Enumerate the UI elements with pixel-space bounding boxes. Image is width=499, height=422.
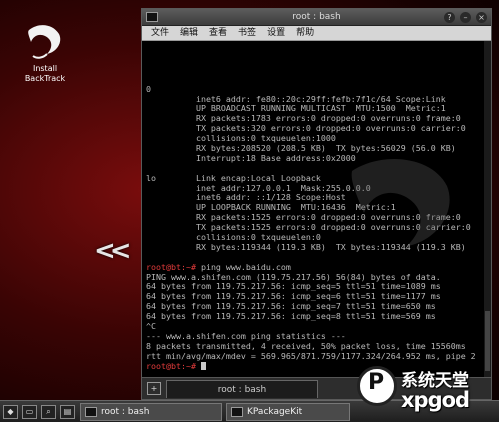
terminal-output[interactable]: 0 inet6 addr: fe80::20c:29ff:fefb:7f1c/6…: [142, 41, 491, 377]
terminal-line-text: Interrupt:18 Base address:0x2000: [146, 152, 356, 163]
terminal-scrollbar[interactable]: [484, 41, 491, 377]
terminal-line-text: UP BROADCAST RUNNING MULTICAST MTU:1500 …: [146, 103, 446, 114]
install-backtrack-desktop-icon[interactable]: Install BackTrack: [14, 22, 76, 84]
terminal-line-text: 64 bytes from 119.75.217.56: icmp_seq=7 …: [146, 301, 436, 312]
terminal-line-text: 64 bytes from 119.75.217.56: icmp_seq=8 …: [146, 311, 436, 322]
task-root-bash[interactable]: root : bash: [80, 403, 222, 421]
package-icon: [231, 407, 243, 417]
window-titlebar[interactable]: root : bash ? – ×: [142, 9, 491, 26]
window-controls: ? – ×: [444, 12, 487, 23]
terminal-cursor: [200, 361, 206, 370]
menu-bar: 文件 编辑 查看 书签 设置 帮助: [142, 26, 491, 41]
menu-bookmarks[interactable]: 书签: [238, 26, 256, 40]
menu-edit[interactable]: 编辑: [180, 26, 198, 40]
terminal-line-text: 8 packets transmitted, 4 received, 50% p…: [146, 340, 466, 351]
xpgod-en-text: xpgod: [401, 388, 470, 412]
terminal-line-text: rtt min/avg/max/mdev = 569.965/871.759/1…: [146, 350, 476, 361]
menu-file[interactable]: 文件: [151, 26, 169, 40]
xpgod-logo-letter: P: [368, 370, 385, 395]
terminal-line-text: inet6 addr: ::1/128 Scope:Host: [146, 192, 346, 203]
new-tab-button[interactable]: +: [147, 382, 161, 395]
backtrack-watermark-icon: [351, 159, 450, 246]
terminal-line-text: lo Link encap:Local Loopback: [146, 172, 321, 183]
terminal-launcher-icon[interactable]: ▭: [22, 405, 37, 419]
tab-root-bash[interactable]: root : bash: [166, 380, 318, 398]
terminal-line-text: 64 bytes from 119.75.217.56: icmp_seq=5 …: [146, 281, 441, 292]
task-label-kpackagekit: KPackageKit: [247, 407, 303, 417]
backtrack-dragon-icon: [28, 25, 61, 59]
search-icon[interactable]: ⌕: [41, 405, 56, 419]
shell-prompt: root@bt:~#: [146, 261, 196, 272]
terminal-line-text: collisions:0 txqueuelen:0: [146, 231, 321, 242]
terminal-line-text: TX packets:320 errors:0 dropped:0 overru…: [146, 123, 466, 134]
terminal-line-text: inet addr:127.0.0.1 Mask:255.0.0.0: [146, 182, 371, 193]
desktop-icon[interactable]: ▤: [60, 405, 75, 419]
menu-help[interactable]: 帮助: [296, 26, 314, 40]
menu-settings[interactable]: 设置: [267, 26, 285, 40]
terminal-line-text: inet6 addr: fe80::20c:29ff:fefb:7f1c/64 …: [146, 93, 446, 104]
window-title: root : bash: [292, 12, 341, 22]
terminal-icon: [85, 407, 97, 417]
terminal-line-text: 64 bytes from 119.75.217.56: icmp_seq=6 …: [146, 291, 441, 302]
shell-prompt: root@bt:~#: [146, 360, 196, 371]
terminal-line-text: collisions:0 txqueuelen:1000: [146, 133, 336, 144]
help-button[interactable]: ?: [444, 12, 455, 23]
terminal-line-text: ^C: [146, 321, 156, 331]
terminal-window[interactable]: root : bash ? – × 文件 编辑 查看 书签 设置 帮助 0 in…: [141, 8, 492, 400]
close-button[interactable]: ×: [476, 12, 487, 23]
task-label-root-bash: root : bash: [101, 407, 150, 417]
terminal-line-text: RX packets:1783 errors:0 dropped:0 overr…: [146, 113, 461, 124]
menu-view[interactable]: 查看: [209, 26, 227, 40]
terminal-line-text: 0: [146, 83, 151, 94]
chevrons-decoration: <<: [94, 236, 131, 266]
terminal-line-text: PING www.a.shifen.com (119.75.217.56) 56…: [146, 271, 441, 282]
terminal-line-text: ping www.baidu.com: [195, 261, 291, 272]
minimize-button[interactable]: –: [460, 12, 471, 23]
task-kpackagekit[interactable]: KPackageKit: [226, 403, 350, 421]
xpgod-watermark: P 系统天堂 xpgod: [357, 362, 499, 422]
terminal-line: 64 bytes from 119.75.217.56: icmp_seq=8 …: [146, 311, 491, 322]
terminal-line-text: --- www.a.shifen.com ping statistics ---: [146, 330, 346, 341]
kde-menu-icon[interactable]: ◆: [3, 405, 18, 419]
install-backtrack-label-2: BackTrack: [24, 74, 66, 83]
install-backtrack-label-1: Install: [32, 64, 58, 73]
